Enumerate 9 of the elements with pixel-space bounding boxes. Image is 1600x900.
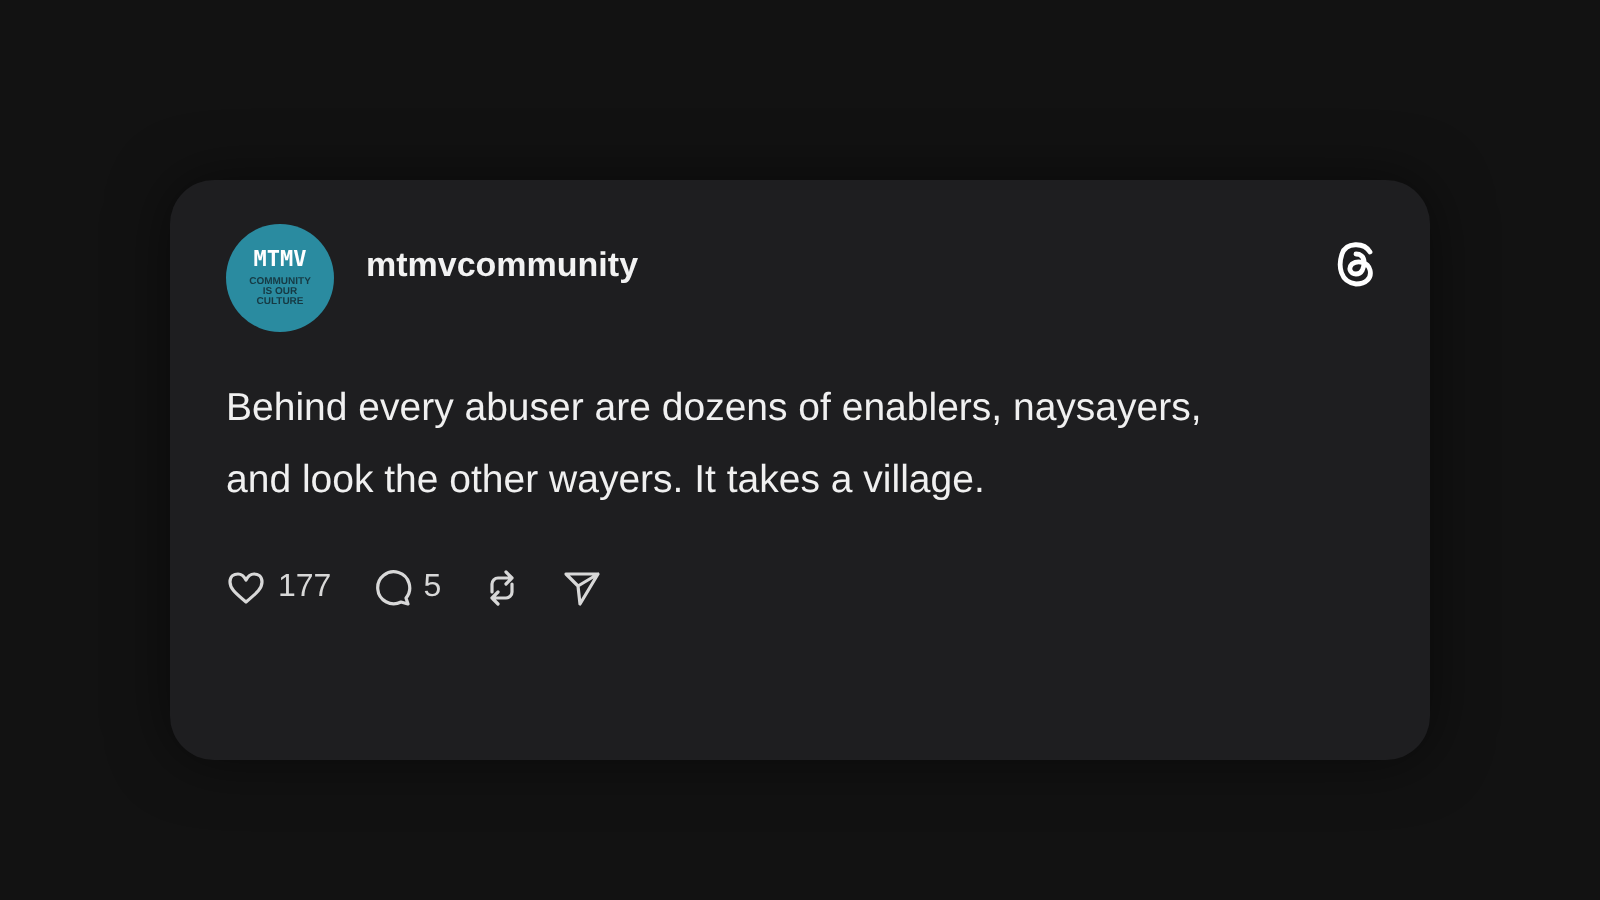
threads-logo-icon[interactable]: [1334, 240, 1378, 288]
heart-icon[interactable]: [226, 568, 266, 608]
post-text: Behind every abuser are dozens of enablers, naysayers, and look the other wayers. It takes a village.: [226, 384, 1204, 506]
reply-count: 5: [423, 568, 442, 608]
logo-title: MTMV: [253, 247, 307, 270]
like-count: 177: [278, 568, 332, 608]
username[interactable]: mtmvcommunity: [366, 240, 639, 332]
speech-bubble-icon[interactable]: [371, 568, 412, 608]
send-icon[interactable]: [561, 568, 602, 608]
